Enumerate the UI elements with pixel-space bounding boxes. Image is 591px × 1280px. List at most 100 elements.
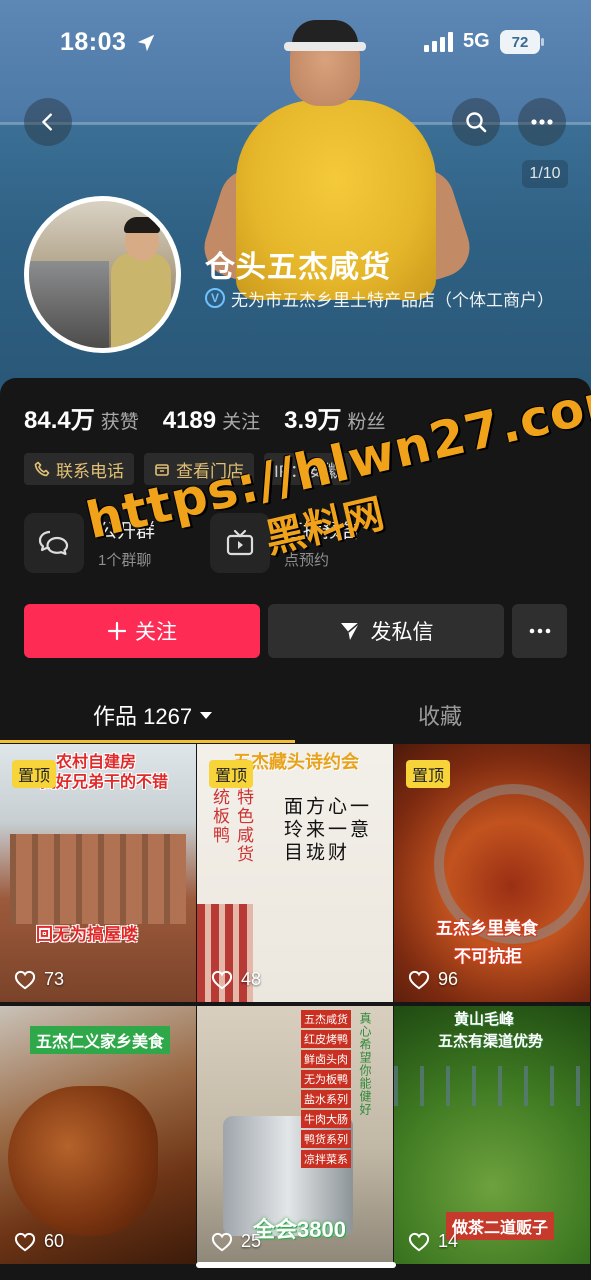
battery-icon: 72	[500, 30, 540, 54]
verified-row[interactable]: V 无为市五杰乡里土特产品店（个体工商户）	[205, 286, 554, 310]
more-actions-button[interactable]	[512, 604, 567, 658]
video-likes: 73	[14, 969, 64, 990]
heart-icon	[408, 970, 430, 989]
followers-count[interactable]: 3.9万	[284, 400, 341, 435]
verified-label: 无为市五杰乡里土特产品店（个体工商户）	[231, 290, 554, 310]
live-preview-entry[interactable]: 直播预告 点预约	[210, 513, 360, 573]
heart-icon	[211, 970, 233, 989]
video-caption: 五杰仁义家乡美食	[30, 1026, 171, 1054]
tab-favorites-label: 收藏	[418, 704, 463, 729]
ip-location-chip: IP：安徽	[264, 453, 352, 485]
view-store-chip[interactable]: 查看门店	[144, 453, 254, 485]
public-group-entry[interactable]: 公开群 1个群聊	[24, 513, 155, 573]
chat-icon	[38, 530, 69, 556]
thumbnail-tea-rack	[394, 1066, 590, 1106]
back-button[interactable]	[24, 98, 72, 146]
send-icon	[340, 622, 360, 640]
video-tile[interactable]: 黄山毛峰 五杰有渠道优势 做茶二道贩子 14	[394, 1006, 590, 1264]
send-message-label: 发私信	[370, 621, 434, 644]
public-group-title: 公开群	[98, 521, 156, 542]
send-message-button[interactable]: 发私信	[268, 604, 504, 658]
ellipsis-icon	[531, 119, 553, 125]
followers-label: 粉丝	[347, 412, 386, 433]
pinned-badge: 置顶	[406, 760, 451, 788]
following-count[interactable]: 4189	[163, 407, 216, 435]
video-tile[interactable]: 五杰仁义家乡美食 60	[0, 1006, 196, 1264]
menu-sign: 五杰咸货 红皮烤鸭 鲜卤头肉 无为板鸭 盐水系列 牛肉大肠 鸭货系列 凉拌菜系	[301, 1010, 351, 1168]
video-tile[interactable]: 农村自建房 找好兄弟干的不错 回无为搞屋喽 置顶 73	[0, 744, 196, 1002]
tab-favorites[interactable]: 收藏	[418, 698, 462, 732]
heart-icon	[14, 970, 36, 989]
feature-icon-box	[210, 513, 270, 573]
menu-item: 无为板鸭	[301, 1070, 351, 1088]
view-store-label: 查看门店	[176, 461, 244, 481]
video-likes-count: 14	[438, 1231, 459, 1251]
feature-icon-box	[24, 513, 84, 573]
menu-item: 牛肉大肠	[301, 1110, 351, 1128]
more-options-button[interactable]	[518, 98, 566, 146]
heart-icon	[14, 1232, 36, 1251]
video-caption: 回无为搞屋喽	[36, 925, 138, 944]
signal-icon	[424, 32, 453, 52]
video-likes: 14	[408, 1231, 458, 1252]
pinned-badge: 置顶	[12, 760, 57, 788]
battery-tip	[541, 38, 544, 46]
profile-name: 仓头五杰咸货	[205, 251, 391, 284]
home-indicator[interactable]	[196, 1262, 396, 1268]
live-preview-title: 直播预告	[284, 521, 361, 542]
caret-down-icon	[200, 711, 213, 719]
menu-item: 鸭货系列	[301, 1130, 351, 1148]
phone-icon	[34, 461, 50, 477]
video-caption: 五杰乡里美食	[436, 919, 538, 938]
video-caption: 做茶二道贩子	[446, 1212, 555, 1240]
video-tile[interactable]: 五杰咸货 红皮烤鸭 鲜卤头肉 无为板鸭 盐水系列 牛肉大肠 鸭货系列 凉拌菜系 …	[197, 1006, 393, 1264]
thumbnail-brick-wall	[10, 834, 186, 924]
cover-pager: 1/10	[522, 160, 568, 188]
video-caption: 不可抗拒	[454, 947, 522, 966]
live-preview-sub: 点预约	[284, 552, 330, 569]
live-icon	[226, 529, 254, 556]
follow-label: 关注	[135, 621, 177, 644]
contact-phone-label: 联系电话	[56, 461, 124, 481]
avatar-person	[111, 253, 171, 348]
avatar-kitchen	[29, 261, 109, 348]
poem-column: 面玲目	[281, 796, 303, 865]
menu-item: 鲜卤头肉	[301, 1050, 351, 1068]
menu-side-text: 真心希望你能健好	[358, 1012, 372, 1116]
stats-row: 84.4万 获赞 4189 关注 3.9万 粉丝	[24, 400, 410, 434]
store-icon	[155, 464, 169, 476]
video-caption: 找好兄弟干的不错	[40, 774, 169, 791]
video-likes: 25	[211, 1231, 261, 1252]
menu-item: 盐水系列	[301, 1090, 351, 1108]
heart-icon	[408, 1232, 430, 1251]
video-likes-count: 96	[438, 969, 459, 989]
ip-location-label: IP：安徽	[274, 461, 342, 481]
follow-button[interactable]: 关注	[24, 604, 260, 658]
tab-active-indicator	[0, 740, 295, 743]
video-likes-count: 60	[44, 1231, 65, 1251]
location-arrow-icon	[137, 34, 155, 52]
tab-works-label: 作品 1267	[93, 704, 193, 729]
video-likes-count: 48	[241, 969, 262, 989]
menu-item: 凉拌菜系	[301, 1150, 351, 1168]
video-likes: 48	[211, 969, 261, 990]
video-likes: 96	[408, 969, 458, 990]
poem-side-text: 统板鸭	[209, 788, 229, 845]
poem-side-text: 特色咸货	[233, 788, 253, 864]
search-button[interactable]	[452, 98, 500, 146]
video-caption: 全会3800	[253, 1217, 346, 1242]
verified-icon: V	[205, 288, 225, 308]
avatar[interactable]	[24, 196, 181, 353]
menu-item: 五杰咸货	[301, 1010, 351, 1028]
video-tile[interactable]: 五杰乡里美食 不可抗拒 置顶 96	[394, 744, 590, 1002]
public-group-sub: 1个群聊	[98, 552, 152, 569]
search-icon	[466, 112, 487, 133]
network-type: 5G	[463, 30, 490, 52]
video-tile[interactable]: 五杰藏头诗约会 统板鸭 特色咸货 一意 心一财 方来珑 面玲目 置顶 48	[197, 744, 393, 1002]
heart-icon	[211, 1232, 233, 1251]
plus-icon	[107, 621, 127, 641]
video-likes-count: 73	[44, 969, 65, 989]
tab-works[interactable]: 作品 1267	[93, 698, 213, 732]
likes-count[interactable]: 84.4万	[24, 400, 95, 435]
contact-phone-chip[interactable]: 联系电话	[24, 453, 134, 485]
